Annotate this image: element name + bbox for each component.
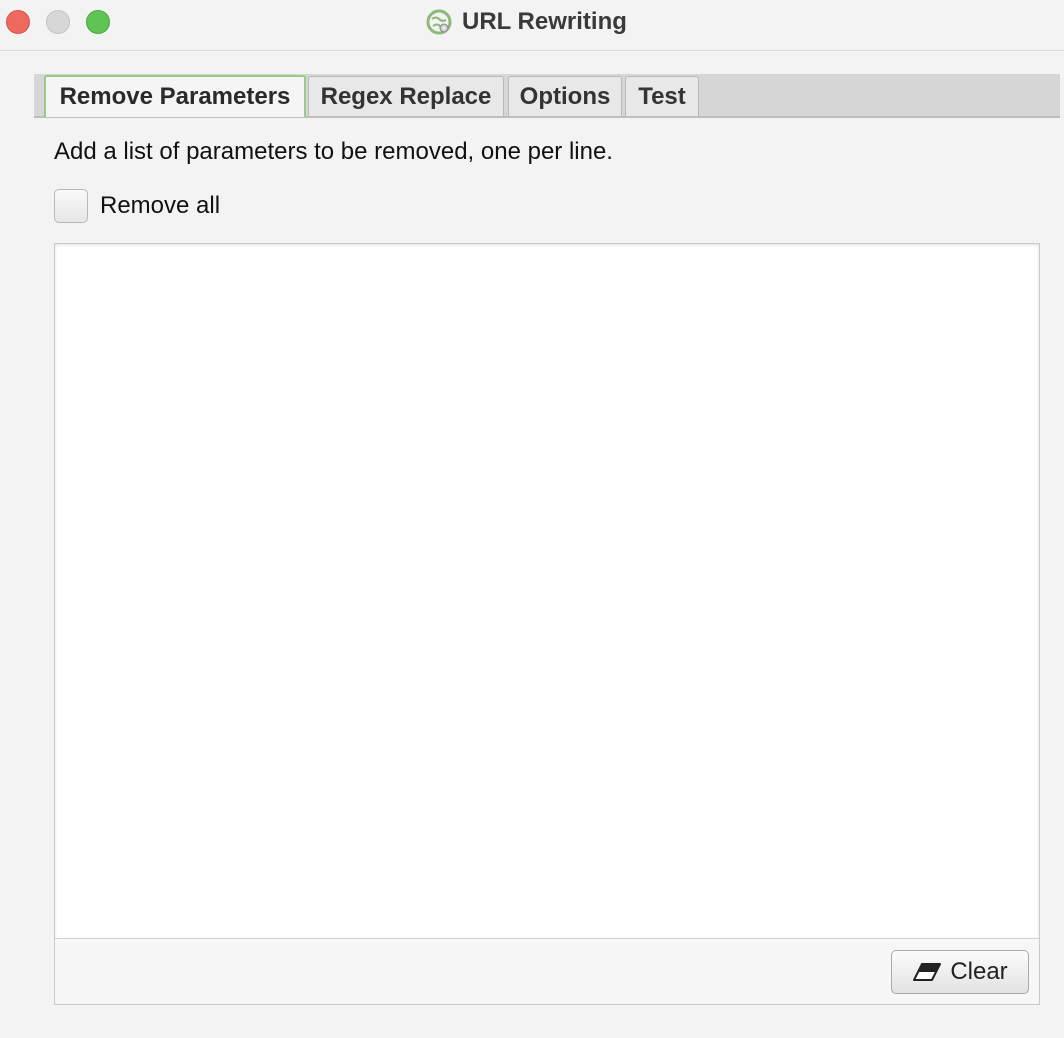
parameters-panel: Clear bbox=[54, 243, 1040, 1005]
tab-regex-replace[interactable]: Regex Replace bbox=[308, 76, 504, 116]
tab-remove-parameters[interactable]: Remove Parameters bbox=[44, 75, 306, 117]
window-titlebar: URL Rewriting bbox=[0, 0, 1064, 51]
tab-options[interactable]: Options bbox=[508, 76, 622, 116]
instructions-text: Add a list of parameters to be removed, … bbox=[54, 138, 613, 165]
close-window-button[interactable] bbox=[6, 10, 30, 34]
window-title-text: URL Rewriting bbox=[462, 8, 627, 35]
window-title: URL Rewriting bbox=[424, 6, 627, 38]
clear-button[interactable]: Clear bbox=[891, 950, 1029, 994]
remove-all-row[interactable]: Remove all bbox=[54, 188, 220, 224]
tab-test[interactable]: Test bbox=[625, 76, 699, 116]
maximize-window-button[interactable] bbox=[86, 10, 110, 34]
clear-button-label: Clear bbox=[950, 958, 1008, 985]
globe-settings-icon bbox=[426, 9, 452, 35]
tab-bar: Remove Parameters Regex Replace Options … bbox=[34, 74, 1060, 118]
minimize-window-button[interactable] bbox=[46, 10, 70, 34]
eraser-icon bbox=[913, 963, 942, 981]
remove-all-label[interactable]: Remove all bbox=[100, 192, 220, 220]
parameters-textarea[interactable] bbox=[55, 244, 1039, 939]
remove-all-checkbox[interactable] bbox=[54, 189, 88, 223]
